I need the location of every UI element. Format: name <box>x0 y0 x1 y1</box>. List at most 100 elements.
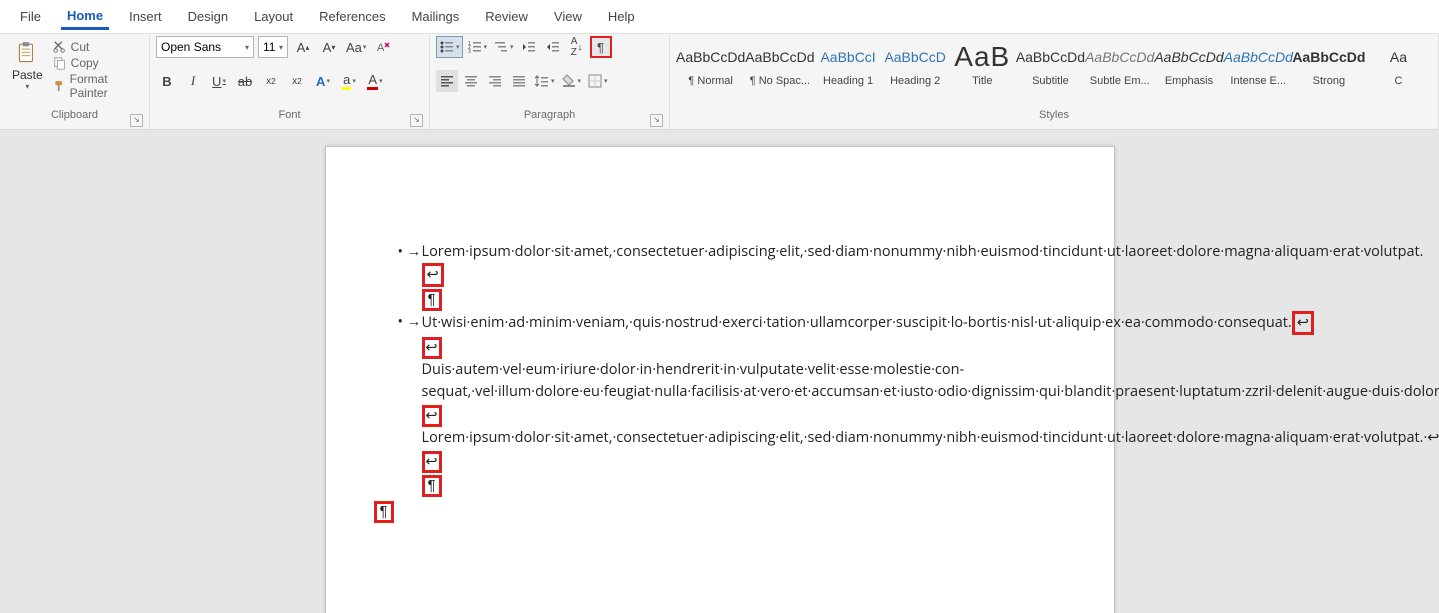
align-right-button[interactable] <box>484 70 506 92</box>
tab-design[interactable]: Design <box>182 5 234 28</box>
style-preview: AaB <box>949 39 1016 75</box>
increase-indent-button[interactable] <box>542 36 564 58</box>
style-item-6[interactable]: AaBbCcDdSubtle Em... <box>1085 36 1154 98</box>
paragraph-launcher[interactable]: ↘ <box>650 114 663 127</box>
style-preview: Aa <box>1365 39 1432 75</box>
justify-icon <box>511 73 527 89</box>
group-styles: AaBbCcDd¶ NormalAaBbCcDd¶ No Spac...AaBb… <box>670 34 1439 129</box>
cut-button[interactable]: Cut <box>53 40 143 54</box>
multilevel-list-button[interactable]: ▾ <box>491 36 516 58</box>
tab-mailings[interactable]: Mailings <box>406 5 466 28</box>
format-painter-button[interactable]: Format Painter <box>53 72 143 100</box>
clear-formatting-button[interactable]: A <box>372 36 394 58</box>
style-item-3[interactable]: AaBbCcDHeading 2 <box>882 36 949 98</box>
svg-text:A: A <box>377 42 385 54</box>
tab-layout[interactable]: Layout <box>248 5 299 28</box>
show-hide-formatting-button[interactable]: ¶ <box>590 36 612 58</box>
paragraph-group-label: Paragraph <box>524 109 575 121</box>
bullets-button[interactable]: ▾ <box>436 36 463 58</box>
soft-return-mark: ↩ <box>422 263 444 287</box>
style-name: Title <box>949 75 1016 87</box>
numbering-button[interactable]: 123▾ <box>465 36 490 58</box>
bullets-icon <box>439 39 455 55</box>
pilcrow-icon: ¶ <box>597 40 604 55</box>
paste-dropdown-caret[interactable]: ▾ <box>25 82 29 91</box>
bullet-marker: • → <box>398 241 422 311</box>
style-preview: AaBbCcDd <box>676 39 745 75</box>
soft-return-mark: ↩ <box>1292 311 1314 335</box>
document-page[interactable]: • → Lorem·ipsum·dolor·sit·amet,·consecte… <box>325 146 1115 613</box>
tab-view[interactable]: View <box>548 5 588 28</box>
strikethrough-button[interactable]: ab <box>234 70 256 92</box>
tab-file[interactable]: File <box>14 5 47 28</box>
change-case-button[interactable]: Aa▾ <box>344 36 368 58</box>
align-center-button[interactable] <box>460 70 482 92</box>
group-clipboard: Paste ▾ Cut Copy Format Painter <box>0 34 150 129</box>
pilcrow-mark: ¶ <box>422 475 442 497</box>
tab-insert[interactable]: Insert <box>123 5 168 28</box>
style-item-7[interactable]: AaBbCcDdEmphasis <box>1154 36 1223 98</box>
highlight-color-button[interactable]: a▾ <box>338 70 360 92</box>
shading-icon <box>561 73 577 89</box>
styles-gallery[interactable]: AaBbCcDd¶ NormalAaBbCcDd¶ No Spac...AaBb… <box>676 36 1432 98</box>
scissors-icon <box>53 40 67 54</box>
tab-references[interactable]: References <box>313 5 391 28</box>
style-item-0[interactable]: AaBbCcDd¶ Normal <box>676 36 745 98</box>
pilcrow-mark: ¶ <box>374 501 394 523</box>
svg-text:3: 3 <box>468 49 471 55</box>
increase-font-button[interactable]: A▴ <box>292 36 314 58</box>
style-item-4[interactable]: AaBTitle <box>949 36 1016 98</box>
style-preview: AaBbCcD <box>882 39 949 75</box>
bullet-marker: • → <box>398 311 422 497</box>
italic-button[interactable]: I <box>182 70 204 92</box>
clear-formatting-icon: A <box>375 39 391 55</box>
tab-review[interactable]: Review <box>479 5 534 28</box>
decrease-indent-button[interactable] <box>518 36 540 58</box>
bullet-item-1[interactable]: • → Lorem·ipsum·dolor·sit·amet,·consecte… <box>398 241 1042 311</box>
subscript-button[interactable]: x2 <box>260 70 282 92</box>
bullet-2-text: Ut·wisi·enim·ad·minim·veniam,·quis·nostr… <box>422 313 1292 332</box>
paragraph-4-text: Lorem·ipsum·dolor·sit·amet,·consectetuer… <box>422 427 1439 449</box>
style-name: ¶ No Spac... <box>745 75 814 87</box>
styles-group-label: Styles <box>1039 109 1069 121</box>
paste-label: Paste <box>12 68 43 82</box>
text-effects-button[interactable]: A▾ <box>312 70 334 92</box>
style-item-9[interactable]: AaBbCcDdStrong <box>1293 36 1365 98</box>
justify-button[interactable] <box>508 70 530 92</box>
decrease-font-button[interactable]: A▾ <box>318 36 340 58</box>
style-item-10[interactable]: AaC <box>1365 36 1432 98</box>
numbering-icon: 123 <box>467 39 483 55</box>
ribbon-tabs: File Home Insert Design Layout Reference… <box>0 0 1439 34</box>
bullet-item-2[interactable]: • → Ut·wisi·enim·ad·minim·veniam,·quis·n… <box>398 311 1042 497</box>
style-item-8[interactable]: AaBbCcDdIntense E... <box>1224 36 1293 98</box>
pilcrow-mark: ¶ <box>422 289 442 311</box>
font-launcher[interactable]: ↘ <box>410 114 423 127</box>
paragraph-3-text: Duis·autem·vel·eum·iriure·dolor·in·hendr… <box>422 359 1439 403</box>
sort-button[interactable]: AZ↓ <box>566 36 588 58</box>
font-size-dropdown[interactable]: 11▾ <box>258 36 288 58</box>
underline-button[interactable]: U▾ <box>208 70 230 92</box>
paste-button[interactable]: Paste ▾ <box>6 36 49 95</box>
style-item-5[interactable]: AaBbCcDdSubtitle <box>1016 36 1085 98</box>
style-item-2[interactable]: AaBbCcIHeading 1 <box>815 36 882 98</box>
style-name: Subtitle <box>1016 75 1085 87</box>
clipboard-launcher[interactable]: ↘ <box>130 114 143 127</box>
copy-icon <box>53 56 67 70</box>
decrease-indent-icon <box>521 39 537 55</box>
bold-button[interactable]: B <box>156 70 178 92</box>
borders-button[interactable]: ▾ <box>585 70 610 92</box>
superscript-button[interactable]: x2 <box>286 70 308 92</box>
font-color-button[interactable]: A▾ <box>364 70 386 92</box>
shading-button[interactable]: ▾ <box>559 70 584 92</box>
align-left-button[interactable] <box>436 70 458 92</box>
font-family-dropdown[interactable]: Open Sans▾ <box>156 36 254 58</box>
document-area[interactable]: • → Lorem·ipsum·dolor·sit·amet,·consecte… <box>0 130 1439 613</box>
style-name: Strong <box>1293 75 1365 87</box>
line-spacing-button[interactable]: ▾ <box>532 70 557 92</box>
font-group-label: Font <box>278 109 300 121</box>
tab-help[interactable]: Help <box>602 5 641 28</box>
copy-button[interactable]: Copy <box>53 56 143 70</box>
tab-home[interactable]: Home <box>61 4 109 30</box>
style-item-1[interactable]: AaBbCcDd¶ No Spac... <box>745 36 814 98</box>
style-preview: AaBbCcDd <box>745 39 814 75</box>
